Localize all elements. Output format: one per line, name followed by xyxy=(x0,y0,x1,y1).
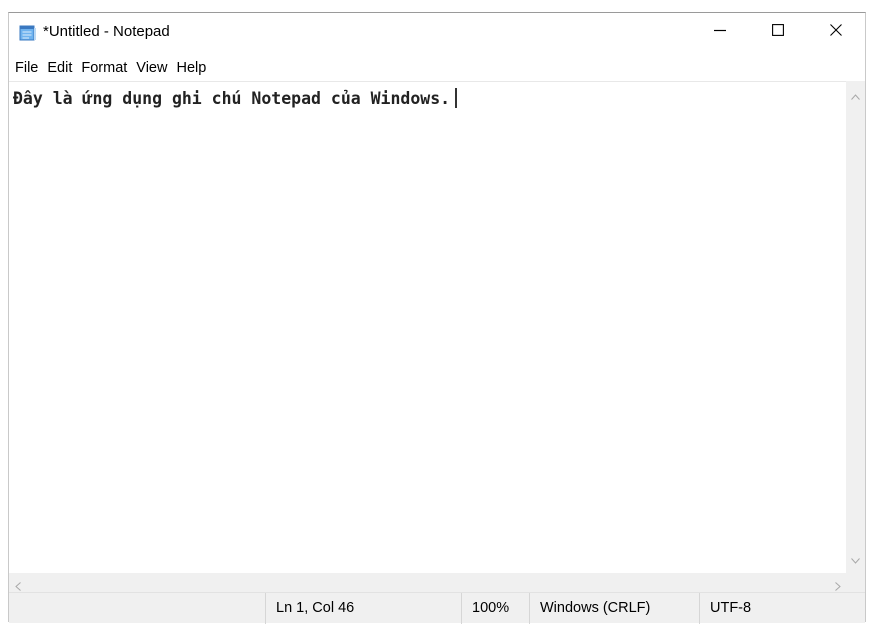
menu-format[interactable]: Format xyxy=(77,58,132,78)
menu-file[interactable]: File xyxy=(11,58,43,78)
scrollbar-corner xyxy=(846,573,865,592)
notepad-window: *Untitled - Notepad File Edit Format Vie… xyxy=(8,12,866,624)
notepad-icon xyxy=(19,25,37,41)
menu-help[interactable]: Help xyxy=(172,58,211,78)
status-line-ending: Windows (CRLF) xyxy=(529,593,699,624)
title-bar[interactable]: *Untitled - Notepad xyxy=(9,13,865,51)
window-title: *Untitled - Notepad xyxy=(43,23,170,40)
text-caret xyxy=(455,88,458,108)
vertical-scrollbar[interactable] xyxy=(846,81,865,573)
menu-bar: File Edit Format View Help xyxy=(9,57,865,79)
minimize-icon xyxy=(714,23,726,41)
menu-view[interactable]: View xyxy=(132,58,172,78)
editor-content: Đây là ứng dụng ghi chú Notepad của Wind… xyxy=(13,89,451,108)
horizontal-scrollbar[interactable] xyxy=(9,573,847,592)
close-icon xyxy=(830,23,842,41)
status-cursor-position: Ln 1, Col 46 xyxy=(265,593,461,624)
maximize-icon xyxy=(772,23,784,41)
menu-edit[interactable]: Edit xyxy=(43,58,77,78)
close-button[interactable] xyxy=(807,13,865,51)
maximize-button[interactable] xyxy=(749,13,807,51)
status-bar: Ln 1, Col 46 100% Windows (CRLF) UTF-8 xyxy=(9,592,865,624)
editor-content-line[interactable]: Đây là ứng dụng ghi chú Notepad của Wind… xyxy=(13,88,458,110)
chevron-down-icon[interactable] xyxy=(851,551,860,569)
minimize-button[interactable] xyxy=(691,13,749,51)
text-editor[interactable]: Đây là ứng dụng ghi chú Notepad của Wind… xyxy=(9,81,847,573)
status-encoding: UTF-8 xyxy=(699,593,847,624)
chevron-up-icon[interactable] xyxy=(851,87,860,105)
status-zoom: 100% xyxy=(461,593,529,624)
